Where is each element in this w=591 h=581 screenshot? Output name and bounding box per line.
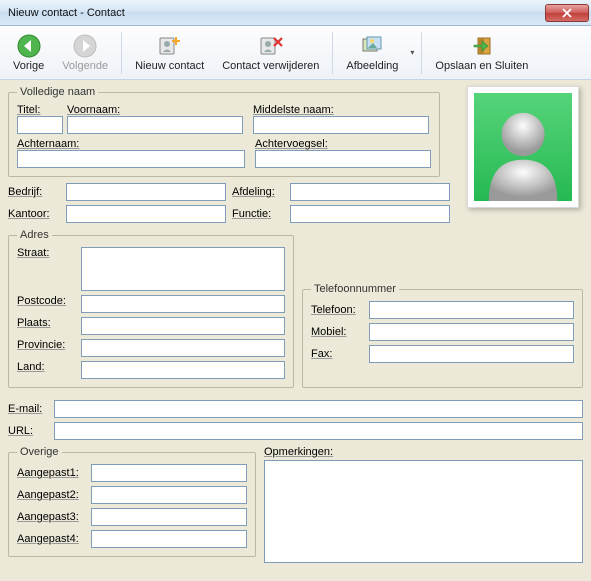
new-contact-button[interactable]: Nieuw contact	[126, 28, 213, 78]
custom1-input[interactable]	[91, 464, 247, 482]
company-input[interactable]	[66, 183, 226, 201]
url-input[interactable]	[54, 422, 583, 440]
province-label: Provincie:	[17, 339, 77, 351]
contact-photo[interactable]	[467, 86, 579, 208]
city-label: Plaats:	[17, 317, 77, 329]
other-group: Overige Aangepast1: Aangepast2: Aangepas…	[8, 446, 256, 557]
mobile-input[interactable]	[369, 323, 574, 341]
save-close-icon	[470, 34, 494, 58]
new-contact-label: Nieuw contact	[135, 60, 204, 72]
close-button[interactable]	[545, 4, 589, 22]
custom4-input[interactable]	[91, 530, 247, 548]
fax-input[interactable]	[369, 345, 574, 363]
country-label: Land:	[17, 361, 77, 373]
new-contact-icon	[158, 34, 182, 58]
arrow-left-icon	[17, 34, 41, 58]
save-close-label: Opslaan en Sluiten	[435, 60, 528, 72]
province-input[interactable]	[81, 339, 285, 357]
toolbar: Vorige Volgende Nieuw contact Contact ve…	[0, 26, 591, 80]
url-label: URL:	[8, 425, 48, 437]
email-input[interactable]	[54, 400, 583, 418]
forward-label: Volgende	[62, 60, 108, 72]
last-name-label: Achternaam:	[17, 138, 245, 150]
postcode-input[interactable]	[81, 295, 285, 313]
first-name-input[interactable]	[67, 116, 243, 134]
image-icon	[360, 34, 384, 58]
form-body: Volledige naam Titel: Voornaam: Middelst…	[0, 80, 591, 581]
title-bar: Nieuw contact - Contact	[0, 0, 591, 26]
custom1-label: Aangepast1:	[17, 467, 87, 479]
phone-group: Telefoonnummer Telefoon: Mobiel: Fax:	[302, 283, 583, 388]
office-input[interactable]	[66, 205, 226, 223]
delete-contact-icon	[259, 34, 283, 58]
address-legend: Adres	[17, 229, 52, 241]
delete-contact-button[interactable]: Contact verwijderen	[213, 28, 328, 78]
fax-label: Fax:	[311, 348, 365, 360]
suffix-label: Achtervoegsel:	[255, 138, 431, 150]
toolbar-separator	[421, 32, 422, 74]
office-label: Kantoor:	[8, 208, 60, 220]
street-input[interactable]	[81, 247, 285, 291]
close-icon	[562, 8, 572, 18]
function-input[interactable]	[290, 205, 450, 223]
back-label: Vorige	[13, 60, 44, 72]
back-button[interactable]: Vorige	[4, 28, 53, 78]
arrow-right-icon	[73, 34, 97, 58]
address-group: Adres Straat: Postcode: Plaats: Provinci…	[8, 229, 294, 388]
middle-name-label: Middelste naam:	[253, 104, 429, 116]
window-title: Nieuw contact - Contact	[8, 7, 545, 19]
full-name-group: Volledige naam Titel: Voornaam: Middelst…	[8, 86, 440, 177]
mobile-label: Mobiel:	[311, 326, 365, 338]
telephone-label: Telefoon:	[311, 304, 365, 316]
country-input[interactable]	[81, 361, 285, 379]
middle-name-input[interactable]	[253, 116, 429, 134]
toolbar-separator	[332, 32, 333, 74]
remarks-input[interactable]	[264, 460, 583, 563]
forward-button: Volgende	[53, 28, 117, 78]
custom2-input[interactable]	[91, 486, 247, 504]
remarks-label: Opmerkingen:	[264, 446, 583, 458]
image-button[interactable]: Afbeelding	[337, 28, 407, 78]
phone-legend: Telefoonnummer	[311, 283, 399, 295]
function-label: Functie:	[232, 208, 284, 220]
other-legend: Overige	[17, 446, 62, 458]
last-name-input[interactable]	[17, 150, 245, 168]
custom3-label: Aangepast3:	[17, 511, 87, 523]
image-label: Afbeelding	[346, 60, 398, 72]
custom3-input[interactable]	[91, 508, 247, 526]
full-name-legend: Volledige naam	[17, 86, 98, 98]
email-url-grid: E-mail: URL:	[8, 400, 583, 440]
company-grid: Bedrijf: Afdeling: Kantoor: Functie:	[8, 183, 438, 223]
custom2-label: Aangepast2:	[17, 489, 87, 501]
custom4-label: Aangepast4:	[17, 533, 87, 545]
street-label: Straat:	[17, 247, 77, 259]
suffix-input[interactable]	[255, 150, 431, 168]
department-input[interactable]	[290, 183, 450, 201]
toolbar-separator	[121, 32, 122, 74]
remarks-group: Opmerkingen:	[264, 446, 583, 563]
image-dropdown[interactable]: ▾	[407, 48, 417, 57]
postcode-label: Postcode:	[17, 295, 77, 307]
title-input[interactable]	[17, 116, 63, 134]
avatar-placeholder-icon	[474, 93, 572, 201]
department-label: Afdeling:	[232, 186, 284, 198]
city-input[interactable]	[81, 317, 285, 335]
delete-contact-label: Contact verwijderen	[222, 60, 319, 72]
email-label: E-mail:	[8, 403, 48, 415]
save-close-button[interactable]: Opslaan en Sluiten	[426, 28, 537, 78]
telephone-input[interactable]	[369, 301, 574, 319]
company-label: Bedrijf:	[8, 186, 60, 198]
title-label: Titel:	[17, 104, 63, 116]
first-name-label: Voornaam:	[67, 104, 243, 116]
